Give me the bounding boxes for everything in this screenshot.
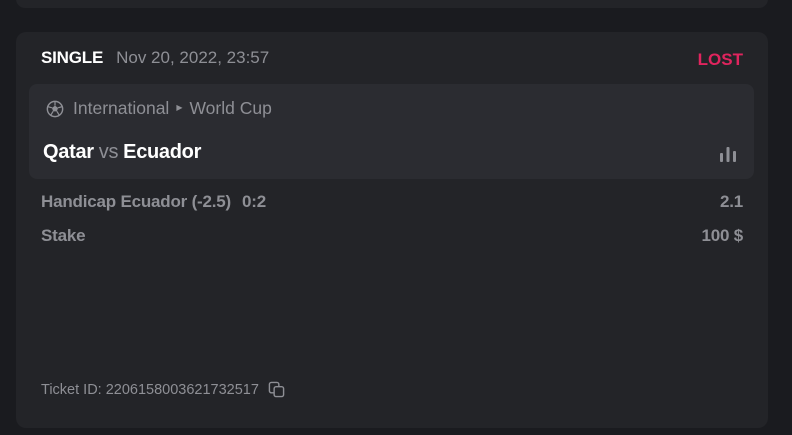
selection-row: Handicap Ecuador (-2.5) 0:2 2.1 xyxy=(41,192,743,212)
event-box[interactable]: International ▶ World Cup Qatar vs Ecuador xyxy=(29,84,754,179)
home-team: Qatar xyxy=(43,141,94,163)
breadcrumb: International ▶ World Cup xyxy=(46,98,272,119)
bet-date: Nov 20, 2022, 23:57 xyxy=(116,48,270,67)
soccer-ball-icon xyxy=(46,100,64,117)
chevron-right-icon: ▶ xyxy=(176,103,183,112)
score-label: 0:2 xyxy=(242,192,266,211)
status-badge: LOST xyxy=(697,50,743,69)
away-team: Ecuador xyxy=(123,141,202,163)
ticket-id: Ticket ID: 220615800362173251​7 xyxy=(41,381,285,398)
vs-label: vs xyxy=(98,141,119,163)
copy-icon[interactable] xyxy=(268,381,285,398)
stats-bars-icon[interactable] xyxy=(719,146,737,162)
category-label[interactable]: International xyxy=(73,98,169,119)
odds-value: 2.1 xyxy=(719,192,743,211)
stake-label: Stake xyxy=(41,226,86,245)
stake-value: 100 $ xyxy=(701,226,743,245)
previous-bet-card xyxy=(16,0,768,8)
bet-card: SINGLE Nov 20, 2022, 23:57 LOST Internat… xyxy=(16,32,768,428)
ticket-id-label: Ticket ID: 220615800362173251​7 xyxy=(41,381,259,398)
match-title: Qatar vs Ecuador xyxy=(43,141,201,164)
league-label[interactable]: World Cup xyxy=(189,98,271,119)
bet-header: SINGLE Nov 20, 2022, 23:57 LOST xyxy=(41,46,743,70)
market-label: Handicap Ecuador (-2.5) xyxy=(41,192,231,211)
bet-type: SINGLE xyxy=(41,48,104,67)
stake-row: Stake 100 $ xyxy=(41,226,743,246)
